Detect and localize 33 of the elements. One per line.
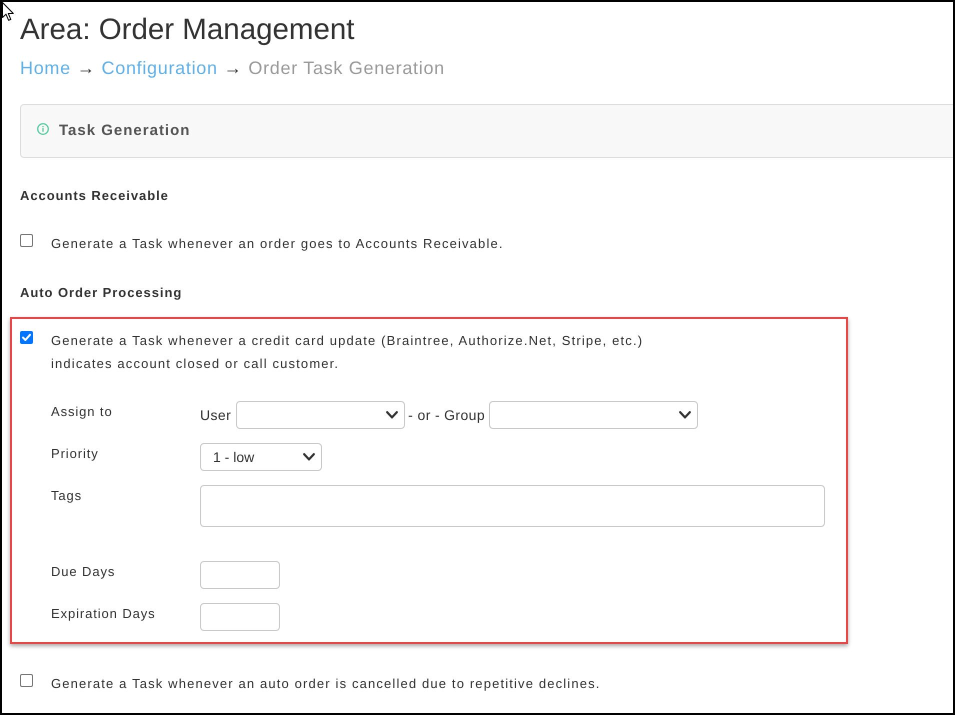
- chevron-down-icon: [679, 411, 692, 419]
- priority-select[interactable]: 1 - low: [200, 443, 322, 471]
- option-label: Generate a Task whenever an auto order is cancelled due to repetitive declines.: [51, 675, 602, 693]
- option-label: Generate a Task whenever a credit card update (Braintree, Authorize.Net, Stripe, etc.) indicates account closed or call customer.: [51, 332, 644, 373]
- chevron-down-icon: [303, 453, 315, 461]
- checkbox[interactable]: [20, 234, 33, 247]
- breadcrumb-link[interactable]: Configuration: [102, 56, 218, 80]
- field-label: Tags: [51, 487, 84, 504]
- section-heading: Accounts Receivable: [20, 188, 170, 204]
- number-field[interactable]: [200, 561, 280, 589]
- breadcrumb-current: Order Task Generation: [248, 57, 445, 80]
- breadcrumb-link[interactable]: Home: [20, 56, 71, 80]
- field-label: Due Days: [51, 563, 116, 580]
- panel-title: Task Generation: [59, 120, 190, 141]
- group-label: Group: [444, 406, 486, 425]
- group-select[interactable]: [489, 401, 698, 429]
- checkbox[interactable]: [20, 331, 33, 344]
- breadcrumb-separator: →: [224, 57, 242, 80]
- breadcrumb-separator: →: [76, 57, 96, 80]
- user-label: User: [200, 406, 232, 424]
- number-field[interactable]: [200, 603, 280, 631]
- or-label: - or -: [408, 406, 440, 424]
- chevron-down-icon: [386, 411, 398, 419]
- checkbox[interactable]: [20, 674, 33, 687]
- field-label: Expiration Days: [51, 605, 157, 622]
- field-label: Priority: [51, 445, 100, 462]
- page-title: Area: Order Management: [20, 12, 356, 48]
- section-heading: Auto Order Processing: [20, 285, 184, 301]
- field-label: Assign to: [51, 403, 114, 420]
- tags-textarea[interactable]: [200, 485, 825, 527]
- option-label: Generate a Task whenever an order goes to Accounts Receivable.: [51, 235, 505, 253]
- info-icon: [37, 123, 49, 135]
- user-select[interactable]: [236, 401, 406, 429]
